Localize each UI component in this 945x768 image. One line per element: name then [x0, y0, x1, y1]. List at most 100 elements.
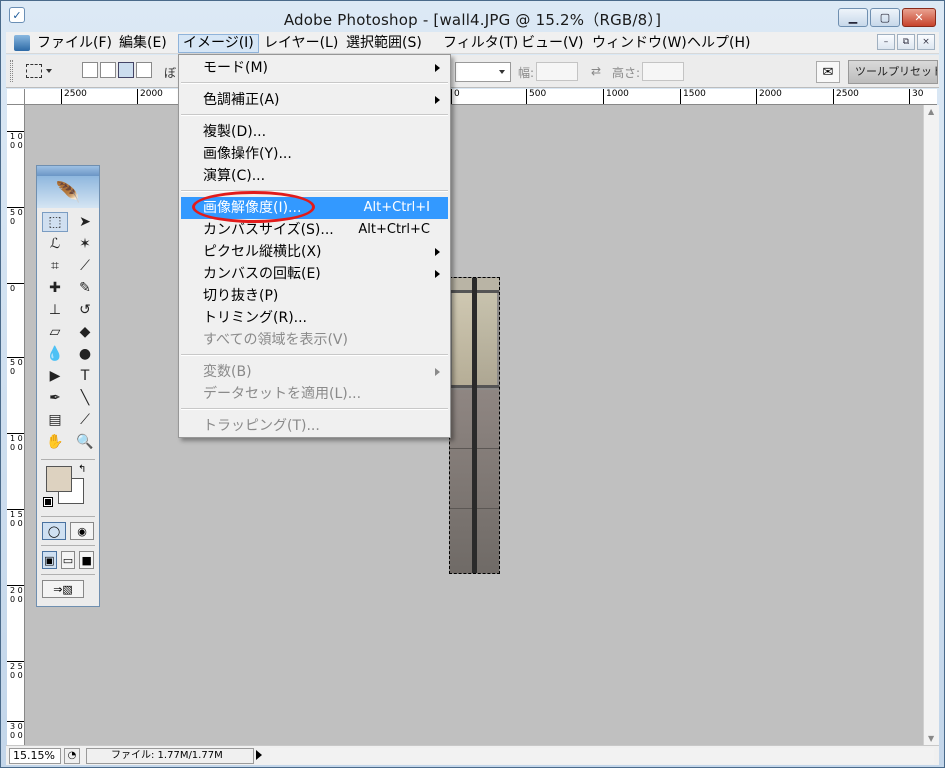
selection-modes: [82, 62, 152, 78]
menu-window[interactable]: ウィンドウ(W): [588, 34, 691, 53]
menu-item-canvas-size[interactable]: カンバスサイズ(S)... Alt+Ctrl+C: [181, 219, 448, 241]
tool-preset-picker[interactable]: [26, 61, 66, 81]
notes-tool-icon[interactable]: ▤: [42, 410, 68, 430]
divider: [41, 459, 95, 460]
status-menu-arrow-icon[interactable]: [256, 750, 262, 760]
minimize-button[interactable]: ▁: [838, 8, 868, 27]
menu-item-variables: 変数(B): [181, 361, 448, 383]
swap-dimensions-icon[interactable]: ⇄: [591, 64, 601, 78]
dodge-tool-icon[interactable]: ●: [72, 344, 98, 364]
jump-to-imageready-button[interactable]: ⇒▧: [42, 580, 84, 598]
standard-mode-button[interactable]: ◯: [42, 522, 66, 540]
close-button[interactable]: ✕: [902, 8, 936, 27]
clone-stamp-tool-icon[interactable]: ⊥: [42, 300, 68, 320]
ruler-tick-label: 3 0 0 0: [7, 721, 24, 740]
scroll-down-icon[interactable]: ▼: [928, 734, 934, 743]
default-colors-icon[interactable]: [43, 497, 53, 507]
file-size-info: ファイル: 1.77M/1.77M: [86, 748, 254, 764]
menu-item-apply-image[interactable]: 画像操作(Y)...: [181, 143, 448, 165]
menu-help[interactable]: ヘルプ(H): [683, 34, 754, 53]
paint-bucket-tool-icon[interactable]: ◆: [72, 322, 98, 342]
menu-item-image-size[interactable]: 画像解像度(I)... Alt+Ctrl+I: [181, 197, 448, 219]
ruler-tick-label: 1 0 0 0: [7, 131, 24, 150]
menu-item-duplicate[interactable]: 複製(D)...: [181, 121, 448, 143]
menu-item-pixel-aspect[interactable]: ピクセル縦横比(X): [181, 241, 448, 263]
menu-item-mode[interactable]: モード(M): [181, 57, 448, 79]
crop-tool-icon[interactable]: ⌗: [42, 256, 68, 276]
path-select-tool-icon[interactable]: ▶: [42, 366, 68, 386]
maximize-button[interactable]: ▢: [870, 8, 900, 27]
magic-wand-tool-icon[interactable]: ✶: [72, 234, 98, 254]
vertical-ruler[interactable]: 1 0 0 0 5 0 0 0 5 0 0 1 0 0 0 1 5 0 0 2 …: [7, 105, 25, 745]
options-grip[interactable]: [10, 60, 13, 82]
doc-minimize-button[interactable]: –: [877, 34, 895, 50]
slice-tool-icon[interactable]: ⟋: [72, 256, 98, 276]
menu-edit[interactable]: 編集(E): [115, 34, 171, 53]
zoom-tool-icon[interactable]: 🔍: [72, 432, 98, 452]
horizontal-ruler[interactable]: 2500 2000 1500 1000 500 0 500 1000 1500 …: [25, 89, 937, 105]
lasso-tool-icon[interactable]: ℒ: [42, 234, 68, 254]
intersect-selection-button[interactable]: [136, 62, 152, 78]
scroll-up-icon[interactable]: ▲: [928, 107, 934, 116]
move-tool-icon[interactable]: ➤: [72, 212, 98, 232]
height-input[interactable]: [642, 62, 684, 81]
menu-item-calculations[interactable]: 演算(C)...: [181, 165, 448, 187]
menu-item-label: 画像操作(Y)...: [203, 146, 292, 162]
width-label: 幅:: [518, 66, 535, 80]
status-bar: 15.15% ◔ ファイル: 1.77M/1.77M: [6, 745, 939, 765]
healing-brush-tool-icon[interactable]: ✚: [42, 278, 68, 298]
divider: [181, 114, 448, 116]
new-selection-button[interactable]: [82, 62, 98, 78]
style-select[interactable]: [455, 62, 511, 82]
feather-logo-icon[interactable]: 🪶: [37, 176, 99, 208]
menu-filter[interactable]: フィルタ(T): [439, 34, 522, 53]
foreground-color-swatch[interactable]: [46, 466, 72, 492]
menu-file[interactable]: ファイル(F): [33, 34, 116, 53]
menu-view[interactable]: ビュー(V): [517, 34, 588, 53]
eyedropper-tool-icon[interactable]: ⟋: [72, 410, 98, 430]
swap-colors-icon[interactable]: ↰: [78, 464, 86, 475]
add-selection-button[interactable]: [100, 62, 116, 78]
menu-item-trim[interactable]: トリミング(R)...: [181, 307, 448, 329]
hand-tool-icon[interactable]: ✋: [42, 432, 68, 452]
divider: [181, 82, 448, 84]
tool-presets-tab[interactable]: ツールプリセット: [848, 60, 938, 84]
menu-item-crop[interactable]: 切り抜き(P): [181, 285, 448, 307]
subtract-selection-button[interactable]: [118, 62, 134, 78]
vertical-scrollbar[interactable]: ▲ ▼: [923, 105, 939, 745]
horizontal-scrollbar[interactable]: [270, 748, 934, 764]
menu-layer[interactable]: レイヤー(L): [260, 34, 342, 53]
menu-item-adjustments[interactable]: 色調補正(A): [181, 89, 448, 111]
menu-select[interactable]: 選択範囲(S): [342, 34, 426, 53]
eraser-tool-icon[interactable]: ▱: [42, 322, 68, 342]
status-info-icon[interactable]: ◔: [64, 748, 80, 764]
zoom-level-field[interactable]: 15.15%: [9, 748, 61, 764]
full-screen-menu-button[interactable]: ▭: [60, 551, 76, 569]
type-tool-icon[interactable]: T: [72, 366, 98, 386]
width-input[interactable]: [536, 62, 578, 81]
quick-mask-button[interactable]: ◉: [70, 522, 94, 540]
doc-restore-button[interactable]: ⧉: [897, 34, 915, 50]
toolbox-titlebar[interactable]: [37, 166, 99, 176]
document-icon[interactable]: [14, 35, 30, 51]
height-label: 高さ:: [612, 66, 641, 80]
doc-close-button[interactable]: ×: [917, 34, 935, 50]
menu-image[interactable]: イメージ(I): [178, 34, 259, 53]
pen-tool-icon[interactable]: ✒: [42, 388, 68, 408]
ruler-tick-label: 1000: [603, 89, 629, 104]
rect-marquee-tool-icon[interactable]: ⬚: [42, 212, 68, 232]
document-image[interactable]: [449, 277, 500, 574]
ruler-origin[interactable]: [7, 89, 25, 105]
full-screen-button[interactable]: ■: [79, 551, 95, 569]
mask-mode-row: ◯ ◉: [37, 520, 99, 542]
standard-screen-button[interactable]: ▣: [42, 551, 57, 569]
ruler-tick-label: 30: [909, 89, 923, 104]
feather-label: ぼ: [164, 66, 177, 80]
line-tool-icon[interactable]: ╲: [72, 388, 98, 408]
palette-well-icon[interactable]: ✉: [816, 61, 840, 83]
blur-tool-icon[interactable]: 💧: [42, 344, 68, 364]
brush-tool-icon[interactable]: ✎: [72, 278, 98, 298]
history-brush-tool-icon[interactable]: ↺: [72, 300, 98, 320]
menu-item-rotate-canvas[interactable]: カンバスの回転(E): [181, 263, 448, 285]
menu-item-label: 切り抜き(P): [203, 288, 279, 304]
